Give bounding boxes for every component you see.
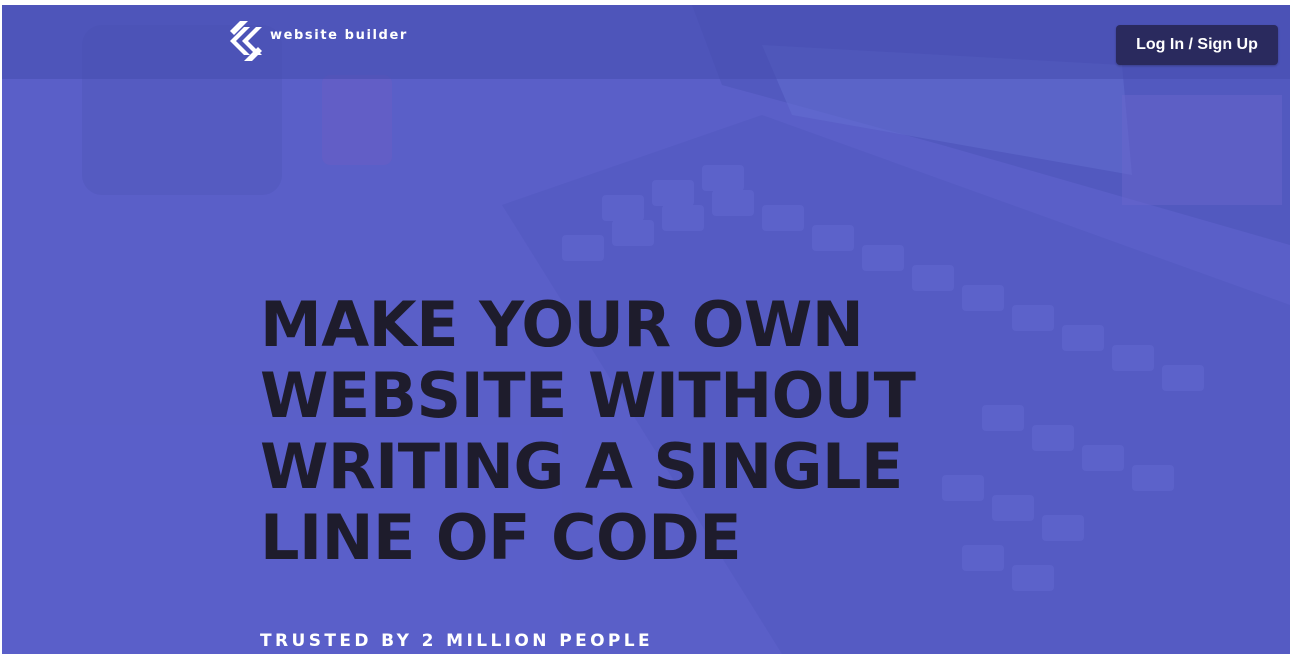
headline-line: WEBSITE WITHOUT	[260, 359, 916, 432]
login-signup-button[interactable]: Log In / Sign Up	[1116, 25, 1278, 65]
hero-section: website builder Log In / Sign Up MAKE YO…	[2, 5, 1290, 654]
headline-line: LINE OF CODE	[260, 501, 742, 574]
headline-line: MAKE YOUR OWN	[260, 288, 864, 361]
site-header: website builder Log In / Sign Up	[2, 5, 1290, 79]
headline-line: WRITING A SINGLE	[260, 430, 903, 503]
hero-tagline: TRUSTED BY 2 MILLION PEOPLE	[260, 631, 654, 651]
hero-headline: MAKE YOUR OWN WEBSITE WITHOUT WRITING A …	[260, 289, 1080, 573]
logo-text: website builder	[270, 27, 408, 43]
chevron-double-logo-icon	[230, 21, 262, 61]
landing-page: website builder Log In / Sign Up MAKE YO…	[0, 0, 1290, 654]
site-logo[interactable]: website builder	[226, 19, 408, 63]
